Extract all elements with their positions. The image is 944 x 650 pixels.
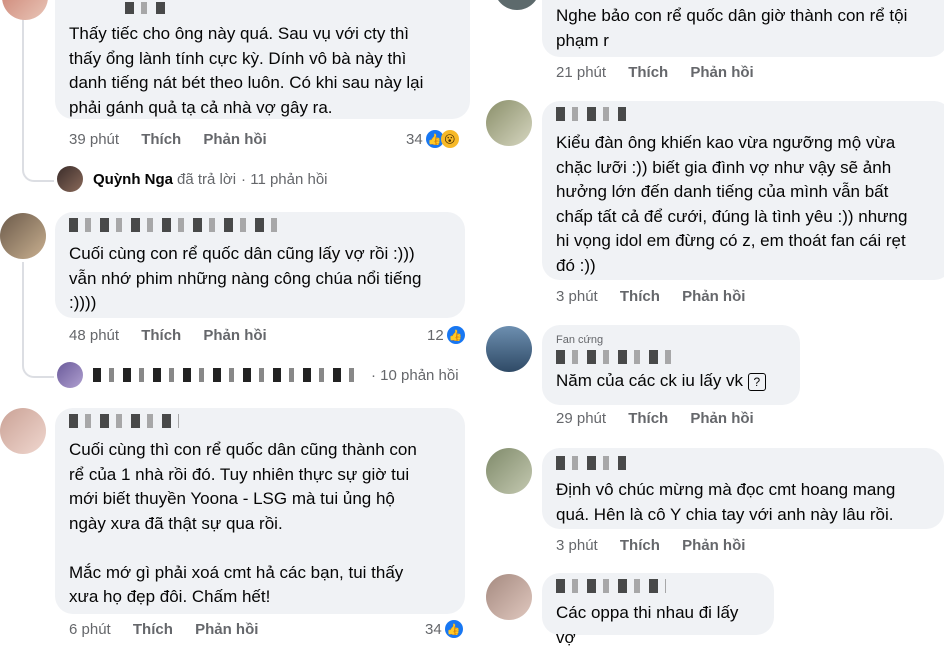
replier-name[interactable]: Quỳnh Nga [93,171,173,188]
comment-bubble: Cuối cùng con rể quốc dân cũng lấy vợ rồ… [55,212,465,318]
reply-count: · 11 phản hồi [241,170,328,188]
avatar[interactable] [486,448,532,494]
unknown-emoji-icon: ? [747,372,766,391]
comment-time[interactable]: 48 phút [69,327,119,344]
comment-bubble: Kiểu đàn ông khiến kao vừa ngưỡng mộ vừa… [542,101,944,280]
avatar[interactable] [494,0,540,10]
avatar[interactable] [2,0,48,20]
avatar [57,362,83,388]
comment-time[interactable]: 3 phút [556,537,598,554]
like-button[interactable]: Thích [628,410,668,427]
avatar[interactable] [0,213,46,259]
reaction-number: 34 [425,620,442,638]
replier-name-blurred[interactable] [93,368,363,382]
comment-bubble: Các oppa thi nhau đi lấy vợ [542,573,774,647]
comment-text: Định vô chúc mừng mà đọc cmt hoang mang … [556,480,896,524]
comment-time[interactable]: 6 phút [69,621,111,638]
right-comment-column: Nghe bảo con rể quốc dân giờ thành con r… [480,0,944,647]
reaction-count[interactable]: 12 👍 [427,326,465,344]
reply-count: · 10 phản hồi [371,366,459,384]
reply-action: đã trả lời [177,170,237,188]
like-button[interactable]: Thích [133,621,173,638]
commenter-name-blurred[interactable] [69,218,279,232]
comment-text: Nghe bảo con rể quốc dân giờ thành con r… [556,6,908,50]
like-button[interactable]: Thích [620,288,660,305]
comment-text: Các oppa thi nhau đi lấy vợ [556,603,744,647]
reaction-count[interactable]: 34 👍 [425,620,463,638]
like-reaction-icon: 👍 [444,620,463,638]
comment-actions: 3 phút Thích Phản hồi [556,288,763,305]
comment-text: Cuối cùng con rể quốc dân cũng lấy vợ rồ… [69,244,422,312]
comment-bubble: Định vô chúc mừng mà đọc cmt hoang mang … [542,448,944,529]
comment-bubble: Nghe bảo con rể quốc dân giờ thành con r… [542,0,944,57]
comment-actions: 39 phút Thích Phản hồi [69,131,285,148]
comment-text: Cuối cùng thì con rể quốc dân cũng thành… [69,440,417,606]
reply-button[interactable]: Phản hồi [682,288,745,305]
comment-actions: 3 phút Thích Phản hồi [556,537,763,554]
reply-button[interactable]: Phản hồi [682,537,745,554]
like-button[interactable]: Thích [141,327,181,344]
comment-text: Kiểu đàn ông khiến kao vừa ngưỡng mộ vừa… [556,133,908,275]
thread-connector [22,160,54,182]
like-button[interactable]: Thích [141,131,181,148]
commenter-name-blurred[interactable] [556,350,676,364]
comment-actions: 29 phút Thích Phản hồi [556,410,772,427]
commenter-name-blurred[interactable] [556,456,626,470]
reply-summary[interactable]: · 10 phản hồi [57,362,459,388]
comment-time[interactable]: 3 phút [556,288,598,305]
commenter-name-blurred[interactable] [69,414,179,428]
like-button[interactable]: Thích [620,537,660,554]
commenter-name-blurred[interactable] [556,579,666,593]
thread-connector [22,356,54,378]
comment-text: Thấy tiếc cho ông này quá. Sau vụ với ct… [69,24,424,117]
thread-line [22,262,24,358]
reaction-count[interactable]: 34 👍 😮 [406,130,459,148]
thread-line [22,0,24,160]
avatar[interactable] [486,326,532,372]
reply-button[interactable]: Phản hồi [690,64,753,81]
avatar[interactable] [0,408,46,454]
comment-time[interactable]: 21 phút [556,64,606,81]
avatar[interactable] [486,574,532,620]
left-comment-column: Thấy tiếc cho ông này quá. Sau vụ với ct… [0,0,480,645]
like-button[interactable]: Thích [628,64,668,81]
reaction-number: 12 [427,326,444,344]
avatar [57,166,83,192]
comment-actions: 6 phút Thích Phản hồi [69,621,276,638]
reply-button[interactable]: Phản hồi [203,327,266,344]
fan-badge: Fan cứng [556,334,604,346]
comment-actions: 21 phút Thích Phản hồi [556,64,772,81]
reply-button[interactable]: Phản hồi [690,410,753,427]
commenter-name-blurred[interactable] [556,107,626,121]
comment-time[interactable]: 29 phút [556,410,606,427]
commenter-name-blurred[interactable] [125,2,165,14]
comment-text: Năm của các ck iu lấy vk [556,371,744,390]
comment-bubble: Thấy tiếc cho ông này quá. Sau vụ với ct… [55,0,470,119]
comment-time[interactable]: 39 phút [69,131,119,148]
avatar[interactable] [486,100,532,146]
reply-button[interactable]: Phản hồi [195,621,258,638]
reply-button[interactable]: Phản hồi [203,131,266,148]
reaction-number: 34 [406,130,423,148]
reply-summary[interactable]: Quỳnh Nga đã trả lời · 11 phản hồi [57,166,328,192]
wow-reaction-icon: 😮 [440,130,459,148]
comment-bubble: Cuối cùng thì con rể quốc dân cũng thành… [55,408,465,614]
like-reaction-icon: 👍 [446,326,465,344]
comment-bubble: Fan cứng Năm của các ck iu lấy vk ? [542,325,800,405]
comment-actions: 48 phút Thích Phản hồi [69,327,285,344]
